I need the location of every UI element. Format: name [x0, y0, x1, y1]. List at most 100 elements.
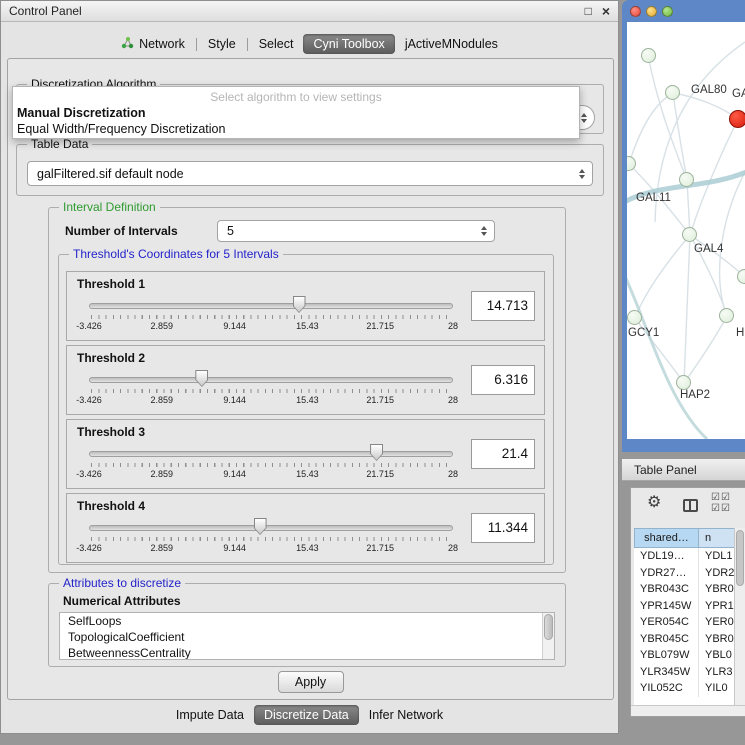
tab-jactivemodules[interactable]: jActiveMNodules	[395, 34, 508, 54]
cell[interactable]: YLR345W	[634, 664, 699, 681]
apply-button[interactable]: Apply	[278, 671, 344, 693]
list-scrollbar[interactable]	[542, 613, 554, 659]
slider-ticks	[91, 315, 451, 319]
table-row[interactable]: YDL19…YDL1	[634, 548, 745, 565]
table-row[interactable]: YDR27…YDR2	[634, 565, 745, 582]
num-intervals-combobox[interactable]: 5	[217, 220, 495, 242]
dropdown-option-equal-width[interactable]: Equal Width/Frequency Discretization	[13, 121, 579, 137]
table-row[interactable]: YBR043CYBR0	[634, 581, 745, 598]
network-node[interactable]	[641, 48, 656, 63]
node-label: GAL4	[694, 243, 723, 255]
zoom-traffic-light-icon[interactable]	[662, 6, 673, 17]
network-node[interactable]	[665, 85, 680, 100]
scrollbar-thumb[interactable]	[544, 614, 553, 640]
threshold-1-slider[interactable]: -3.426 2.859 9.144 15.43 21.715 28	[89, 294, 453, 336]
cell[interactable]: YBR043C	[634, 581, 699, 598]
threshold-3-panel: Threshold 3 21.4 -3.426 2.859 9.144 15.4…	[66, 419, 545, 489]
table-horizontal-scrollbar[interactable]	[631, 705, 745, 716]
close-window-button[interactable]: ×	[602, 5, 610, 17]
scale-label: 21.715	[366, 321, 394, 331]
slider-thumb[interactable]	[195, 370, 208, 387]
dropdown-option-manual-discretization[interactable]: Manual Discretization	[13, 105, 579, 121]
checkbox-icons-row: ☑☑	[711, 492, 731, 503]
table-vertical-scrollbar[interactable]	[734, 528, 745, 705]
column-header-shared-name[interactable]: shared…	[634, 528, 699, 548]
group-title: Interval Definition	[59, 200, 160, 214]
network-canvas[interactable]: GAL80 GA GAL11 GAL4 GCY1 H HAP2	[627, 22, 745, 439]
scrollbar-thumb[interactable]	[736, 530, 744, 586]
slider-scale: -3.426 2.859 9.144 15.43 21.715 28	[89, 395, 453, 406]
scale-label: 9.144	[223, 395, 246, 405]
combo-stepper-icon	[581, 113, 587, 123]
scale-label: 15.43	[296, 395, 319, 405]
network-node-red[interactable]	[729, 110, 745, 128]
list-item[interactable]: SelfLoops	[60, 613, 554, 629]
tab-network[interactable]: Network	[111, 34, 195, 55]
tab-select[interactable]: Select	[249, 34, 304, 54]
threshold-4-slider[interactable]: -3.426 2.859 9.144 15.43 21.715 28	[89, 516, 453, 558]
network-node[interactable]	[679, 172, 694, 187]
minimize-traffic-light-icon[interactable]	[646, 6, 657, 17]
columns-icon[interactable]	[683, 499, 698, 512]
cell[interactable]: YDL19…	[634, 548, 699, 565]
node-label: GCY1	[628, 327, 659, 339]
table-rows: YDL19…YDL1 YDR27…YDR2 YBR043CYBR0 YPR145…	[634, 548, 745, 705]
float-window-button[interactable]: □	[585, 5, 592, 17]
network-node[interactable]	[737, 269, 745, 284]
slider-track[interactable]	[89, 377, 453, 383]
cell[interactable]: YDR27…	[634, 565, 699, 582]
combo-value: 5	[227, 224, 234, 238]
num-intervals-label: Number of Intervals	[65, 224, 178, 238]
cell[interactable]: YIL052C	[634, 680, 699, 697]
list-item[interactable]: BetweennessCentrality	[60, 645, 554, 660]
scale-label: 2.859	[151, 395, 174, 405]
table-row[interactable]: YIL052CYIL0	[634, 680, 745, 697]
network-node[interactable]	[627, 310, 642, 325]
cell[interactable]: YPR145W	[634, 598, 699, 615]
group-title: Table Data	[27, 137, 92, 151]
table-row[interactable]: YLR345WYLR3	[634, 664, 745, 681]
table-row[interactable]: YPR145WYPR1	[634, 598, 745, 615]
table-row[interactable]: YBR045CYBR0	[634, 631, 745, 648]
slider-thumb[interactable]	[370, 444, 383, 461]
algorithm-dropdown-popup: Select algorithm to view settings Manual…	[12, 86, 580, 139]
slider-track[interactable]	[89, 525, 453, 531]
numerical-attributes-list[interactable]: SelfLoops TopologicalCoefficient Between…	[59, 612, 555, 660]
scale-label: -3.426	[76, 395, 102, 405]
table-row[interactable]: YER054CYER0	[634, 614, 745, 631]
slider-thumb[interactable]	[254, 518, 267, 535]
tab-discretize-data[interactable]: Discretize Data	[254, 705, 359, 725]
table-data-combobox[interactable]: galFiltered.sif default node	[27, 161, 593, 186]
slider-thumb[interactable]	[293, 296, 306, 313]
network-node[interactable]	[676, 375, 691, 390]
cell[interactable]: YBR045C	[634, 631, 699, 648]
table-header-row: shared… n	[634, 528, 745, 548]
slider-track[interactable]	[89, 451, 453, 457]
threshold-4-value-input[interactable]: 11.344	[471, 513, 535, 543]
tab-cyni-toolbox[interactable]: Cyni Toolbox	[303, 34, 394, 54]
slider-scale: -3.426 2.859 9.144 15.43 21.715 28	[89, 469, 453, 480]
network-node[interactable]	[719, 308, 734, 323]
close-traffic-light-icon[interactable]	[630, 6, 641, 17]
threshold-2-slider[interactable]: -3.426 2.859 9.144 15.43 21.715 28	[89, 368, 453, 410]
gear-icon[interactable]: ⚙	[647, 495, 661, 511]
tab-separator	[247, 38, 248, 51]
table-panel: ⚙ ☑☑ ☑☑ shared… n YDL19…YDL1 YDR27…YDR2 …	[630, 487, 745, 717]
combo-value: galFiltered.sif default node	[37, 167, 184, 181]
cell[interactable]: YER054C	[634, 614, 699, 631]
threshold-3-value-input[interactable]: 21.4	[471, 439, 535, 469]
threshold-2-value-input[interactable]: 6.316	[471, 365, 535, 395]
list-item[interactable]: TopologicalCoefficient	[60, 629, 554, 645]
select-columns-icon[interactable]: ☑☑ ☑☑	[711, 492, 731, 514]
table-panel-header: Table Panel	[622, 458, 745, 481]
slider-track[interactable]	[89, 303, 453, 309]
table-row[interactable]: YBL079WYBL0	[634, 647, 745, 664]
tab-style[interactable]: Style	[198, 34, 246, 54]
tab-impute-data[interactable]: Impute Data	[166, 705, 254, 725]
cell[interactable]: YBL079W	[634, 647, 699, 664]
threshold-1-value-input[interactable]: 14.713	[471, 291, 535, 321]
threshold-3-slider[interactable]: -3.426 2.859 9.144 15.43 21.715 28	[89, 442, 453, 484]
tab-infer-network[interactable]: Infer Network	[359, 705, 453, 725]
threshold-4-panel: Threshold 4 11.344 -3.426 2.859 9.144 15…	[66, 493, 545, 563]
network-node[interactable]	[682, 227, 697, 242]
